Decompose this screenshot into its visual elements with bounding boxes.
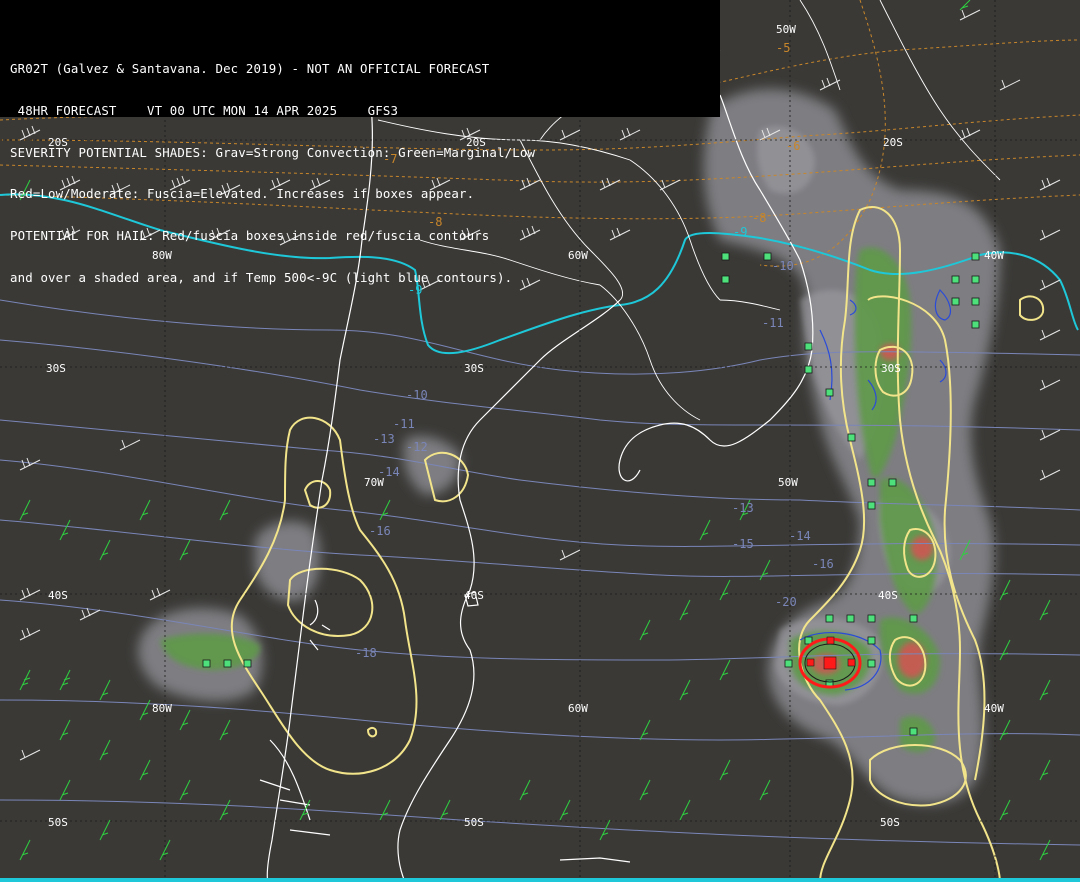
header-line-4: Red=Low/Moderate: Fuscia=Elevated. Incre… — [10, 186, 475, 202]
temp-label: -16 — [369, 524, 391, 538]
temp-label: -10 — [772, 259, 794, 273]
lat-label: 40S — [464, 589, 484, 602]
lat-label: 50S — [464, 816, 484, 829]
temp-label: -11 — [393, 417, 415, 431]
lat-label: 50S — [880, 816, 900, 829]
lon-label: 40W — [984, 249, 1004, 262]
temp-label: -8 — [752, 211, 766, 225]
lat-label: 40S — [48, 589, 68, 602]
temp-label: -13 — [373, 432, 395, 446]
lat-label: 30S — [464, 362, 484, 375]
lat-label: 50S — [48, 816, 68, 829]
temp-label: -5 — [776, 41, 790, 55]
temp-label: -16 — [812, 557, 834, 571]
lon-label: 60W — [568, 702, 588, 715]
header-line-6: and over a shaded area, and if Temp 500<… — [10, 269, 513, 285]
lon-label: 50W — [778, 476, 798, 489]
lat-label: 30S — [46, 362, 66, 375]
lon-label: 50W — [776, 23, 796, 36]
temp-label: -12 — [406, 440, 428, 454]
header-line-2: 48HR FORECAST VT 00 UTC MON 14 APR 2025 … — [10, 102, 399, 118]
header-line-3: SEVERITY POTENTIAL SHADES: Grav=Strong C… — [10, 144, 536, 160]
lat-label: 20S — [883, 136, 903, 149]
temp-label: -6 — [786, 139, 800, 153]
lon-label: 40W — [984, 702, 1004, 715]
temp-label: -14 — [789, 529, 811, 543]
temp-label: -10 — [406, 388, 428, 402]
header-line-1: GR02T (Galvez & Santavana. Dec 2019) - N… — [10, 61, 490, 76]
lat-label: 40S — [878, 589, 898, 602]
temp-label: -11 — [762, 316, 784, 330]
temp-label: -18 — [355, 646, 377, 660]
temp-label: -20 — [775, 595, 797, 609]
temp-label: -13 — [732, 501, 754, 515]
bottom-contour-strip — [0, 878, 1080, 882]
lat-label: 30S — [881, 362, 901, 375]
temp-label: -9 — [733, 225, 747, 239]
forecast-header: GR02T (Galvez & Santavana. Dec 2019) - N… — [0, 0, 720, 284]
header-line-5: POTENTIAL FOR HAIL: Red/fuscia boxes ins… — [10, 228, 490, 244]
temp-label: -14 — [378, 465, 400, 479]
temp-label: -15 — [732, 537, 754, 551]
lon-label: 80W — [152, 702, 172, 715]
